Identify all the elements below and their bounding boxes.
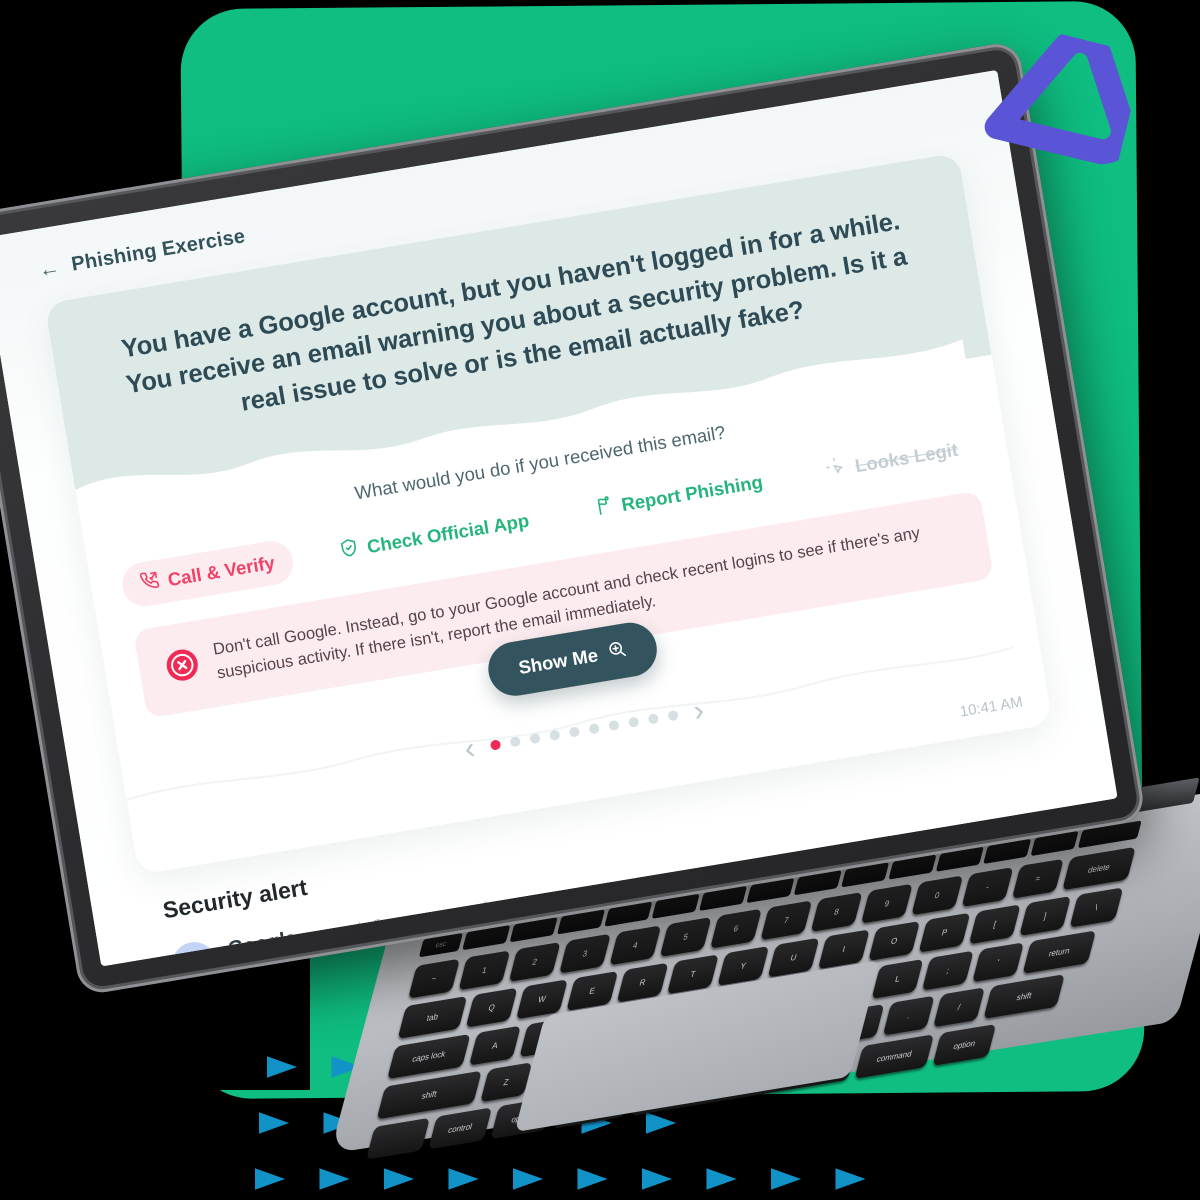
key-quote: ' <box>972 942 1025 983</box>
option-check-official-app[interactable]: Check Official App <box>318 496 550 577</box>
key-minus: - <box>961 867 1014 908</box>
option-label: Looks Legit <box>853 438 960 476</box>
shield-check-icon <box>338 537 361 564</box>
avatar <box>169 938 220 967</box>
key-backslash: \ <box>1069 887 1124 928</box>
error-circle-icon <box>163 645 203 689</box>
key-bracket-right: ] <box>1019 896 1072 937</box>
key-a: A <box>468 1025 521 1066</box>
triangle-icon <box>641 1168 673 1190</box>
key-slash: / <box>933 987 985 1028</box>
triangle-icon <box>770 1168 802 1190</box>
triangle-row <box>254 1164 958 1194</box>
option-label: Check Official App <box>365 509 531 557</box>
key-1: 1 <box>458 950 511 991</box>
report-flag-icon <box>592 494 615 521</box>
key-p: P <box>918 912 971 953</box>
triangle-icon <box>577 1168 608 1190</box>
triangle-icon <box>448 1168 479 1190</box>
triangle-icon <box>319 1168 350 1190</box>
key-tilde: ~ <box>408 958 461 999</box>
cursor-click-icon <box>821 453 849 483</box>
triangle-icon <box>835 1168 866 1190</box>
key-shift-right: shift <box>983 974 1065 1020</box>
key-o: O <box>868 921 921 962</box>
laptop-screen: ← Phishing Exercise You have a Google ac… <box>0 70 1118 967</box>
key-semicolon: ; <box>921 950 974 991</box>
key-7: 7 <box>760 900 813 941</box>
triangle-icon <box>706 1168 737 1190</box>
key-period: . <box>882 995 935 1036</box>
key-8: 8 <box>810 892 863 933</box>
arrow-left-icon[interactable]: ← <box>37 256 62 282</box>
breadcrumb-label: Phishing Exercise <box>69 225 247 276</box>
option-label: Call & Verify <box>166 551 277 590</box>
key-2: 2 <box>508 942 561 983</box>
page-body: ← Phishing Exercise You have a Google ac… <box>0 70 1118 967</box>
key-3: 3 <box>558 933 611 974</box>
key-q: Q <box>465 987 518 1028</box>
key-caps-lock: caps lock <box>387 1033 471 1080</box>
option-looks-legit[interactable]: Looks Legit <box>806 425 979 496</box>
app-page: ← Phishing Exercise You have a Google ac… <box>0 70 1118 967</box>
option-report-phishing[interactable]: Report Phishing <box>573 457 784 534</box>
option-call-and-verify[interactable]: Call & Verify <box>118 537 296 610</box>
triangle-icon <box>512 1168 544 1190</box>
key-6: 6 <box>709 908 762 949</box>
key-l: L <box>871 958 924 1000</box>
email-recipient-label: to me <box>231 959 272 966</box>
key-tab: tab <box>397 995 468 1039</box>
key-4: 4 <box>609 925 662 966</box>
triangle-icon <box>254 1168 286 1190</box>
zoom-in-icon <box>606 639 629 666</box>
email-sender-name: Google <box>226 927 299 961</box>
key-5: 5 <box>659 917 712 958</box>
laptop-mockup: esc ~ 1 2 3 4 5 6 7 8 9 0 - = delete tab… <box>0 35 1200 1160</box>
show-me-label: Show Me <box>516 644 600 679</box>
option-label: Report Phishing <box>619 470 765 515</box>
key-bracket-left: [ <box>968 904 1021 945</box>
triangle-icon <box>258 1112 290 1134</box>
phone-forwarded-icon <box>138 570 161 597</box>
key-9: 9 <box>860 883 913 924</box>
key-equals: = <box>1011 858 1064 899</box>
key-return: return <box>1022 930 1097 975</box>
key-delete: delete <box>1062 846 1136 891</box>
key-0: 0 <box>911 875 964 916</box>
composition-stage: esc ~ 1 2 3 4 5 6 7 8 9 0 - = delete tab… <box>0 0 1200 1200</box>
triangle-icon <box>383 1168 415 1190</box>
chevron-down-icon[interactable]: ▼ <box>277 959 290 966</box>
